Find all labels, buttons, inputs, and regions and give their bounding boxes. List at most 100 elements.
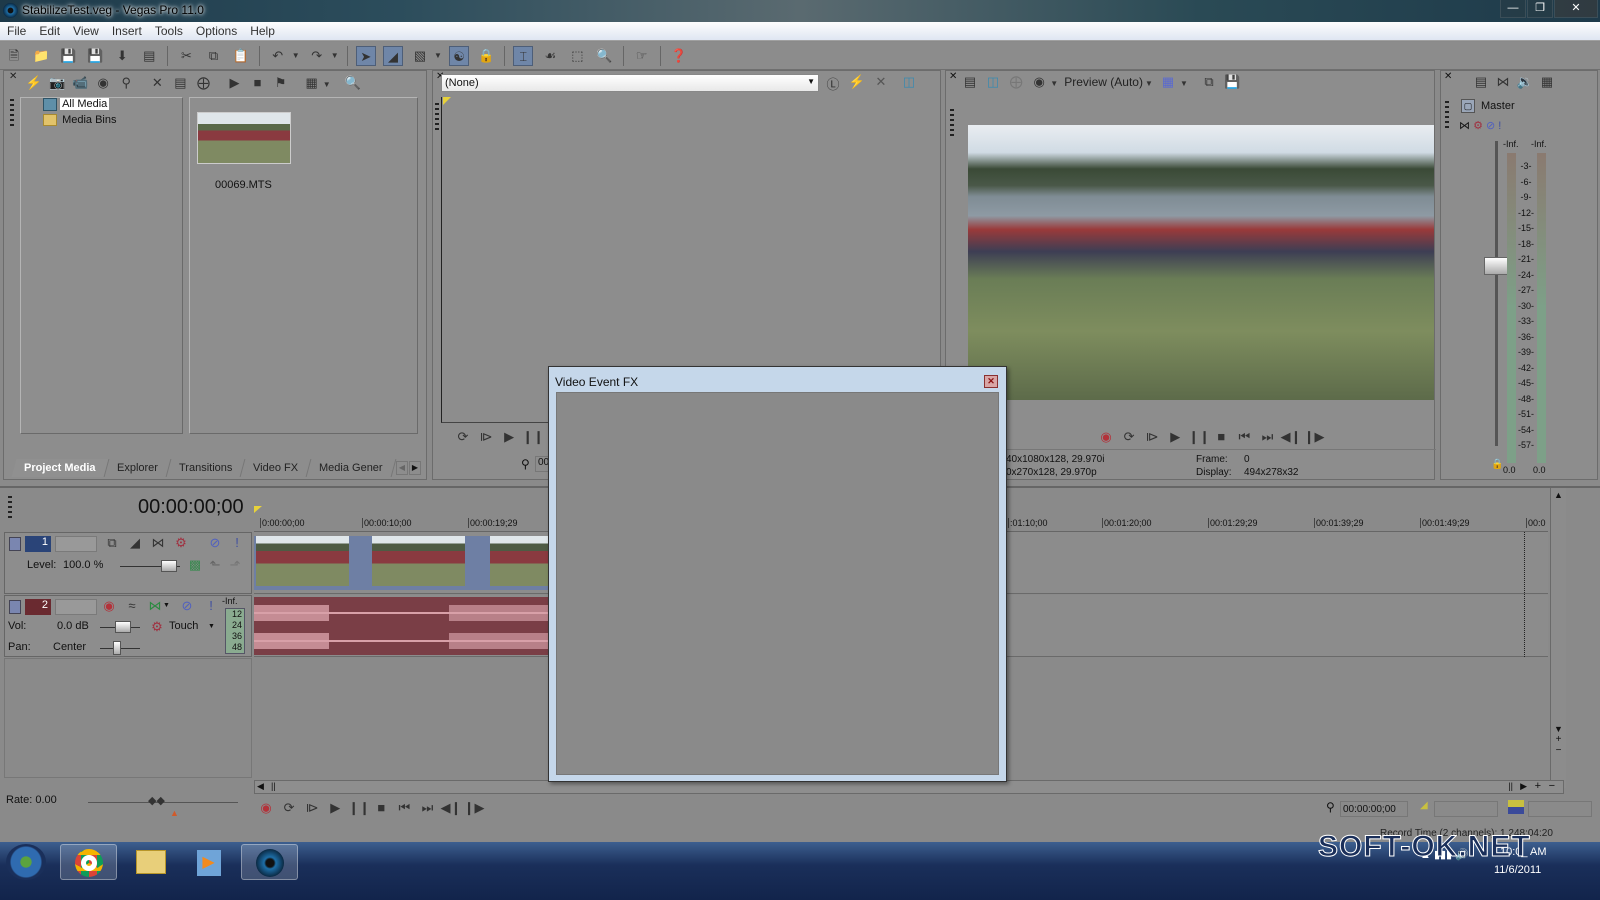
go-to-end-icon[interactable]: ⏭ — [1257, 429, 1277, 445]
help-icon[interactable]: ❓ — [669, 46, 689, 66]
move-up-icon[interactable]: ⬑ — [205, 557, 225, 573]
pan-slider-handle[interactable] — [113, 641, 121, 655]
trimmer-timecode[interactable]: 00 — [535, 456, 549, 472]
views-icon[interactable]: ▦ — [302, 75, 322, 91]
menu-options[interactable]: Options — [189, 22, 243, 38]
remove-media-icon[interactable]: ✕ — [147, 75, 167, 91]
zoom-in-icon[interactable]: + — [1551, 734, 1566, 745]
media-search-icon[interactable]: ⚲ — [116, 75, 136, 91]
fader-lock-icon[interactable]: 🔒 — [1491, 459, 1503, 470]
clock-date[interactable]: 11/6/2011 — [1494, 864, 1541, 876]
copy-icon[interactable]: ⧉ — [204, 46, 224, 66]
taskbar-explorer[interactable] — [122, 844, 179, 880]
master-mute-icon[interactable]: ⊘ — [1486, 120, 1495, 132]
scroll-right-icon[interactable]: ▶ — [1520, 781, 1527, 792]
timeline-grip[interactable] — [8, 496, 12, 520]
horizontal-scrollbar[interactable]: ◀ || || ▶ + − — [254, 780, 1564, 794]
next-frame-icon[interactable]: ❙▶ — [464, 800, 485, 816]
overlays-icon[interactable]: ▦ — [1158, 74, 1178, 90]
play-icon[interactable]: ▶ — [1165, 429, 1185, 445]
trimmer-monitor-icon[interactable]: ◫ — [899, 74, 919, 90]
tree-item-all-media[interactable]: All Media — [43, 98, 110, 113]
preview-close-icon[interactable]: ✕ — [949, 71, 957, 82]
cursor-timecode[interactable]: 00:00:00;00 — [138, 496, 244, 519]
taskbar-chrome[interactable] — [60, 844, 117, 880]
new-project-icon[interactable]: 🗎 — [4, 46, 24, 66]
snapping-icon[interactable]: ☯ — [449, 46, 470, 66]
tab-project-media[interactable]: Project Media — [11, 459, 109, 477]
master-fx-settings-icon[interactable]: ⚙ — [1473, 120, 1483, 132]
tab-video-fx[interactable]: Video FX — [240, 459, 312, 477]
envelope-edit-icon[interactable]: ☙ — [540, 46, 560, 66]
scroll-left-icon[interactable]: ◀ — [257, 781, 264, 792]
automation-mode[interactable]: Touch — [169, 620, 198, 632]
menu-help[interactable]: Help — [243, 22, 281, 38]
loop-icon[interactable]: ⟳ — [453, 429, 473, 445]
zoom-tool-icon[interactable]: 🔍 — [594, 46, 614, 66]
trimmer-clear-icon[interactable]: ✕ — [871, 74, 891, 90]
save-icon[interactable]: 💾 — [58, 46, 78, 66]
stop-media-icon[interactable]: ■ — [248, 75, 268, 90]
burn-disc-icon[interactable]: ◉ — [93, 75, 113, 91]
tabs-scroll-right-icon[interactable]: ▶ — [409, 461, 421, 475]
master-fader-handle[interactable] — [1484, 257, 1508, 275]
master-close-icon[interactable]: ✕ — [1444, 71, 1452, 82]
go-to-start-icon[interactable]: ⏮ — [1234, 429, 1254, 445]
bus-fx-icon[interactable]: ⋈ — [1459, 120, 1470, 132]
audio-track-header[interactable]: 2 ◉ ≈ ⋈ ▼ ⊘ ! -Inf. 12 24 36 48 Vol: 0.0 dB … — [4, 595, 252, 657]
track-minimize-icon[interactable] — [9, 537, 21, 551]
fx-dropdown-icon[interactable]: ▼ — [163, 602, 170, 609]
level-slider-handle[interactable] — [161, 560, 177, 572]
h-zoom-in-icon[interactable]: + — [1535, 780, 1541, 792]
solo-icon[interactable]: ! — [201, 598, 221, 613]
loop-icon[interactable]: ⟳ — [1119, 429, 1139, 445]
automation-dropdown-icon[interactable]: ▼ — [208, 623, 215, 630]
save-snapshot-icon[interactable]: 💾 — [1222, 74, 1242, 90]
media-fx-icon[interactable]: ⨁ — [193, 75, 213, 91]
views-dropdown-icon[interactable]: ▼ — [322, 80, 332, 89]
rate-slider-handle[interactable]: ◆◆ — [148, 794, 165, 807]
media-filename[interactable]: 00069.MTS — [215, 179, 272, 191]
menu-insert[interactable]: Insert — [105, 22, 148, 38]
capture-icon[interactable]: 📷 — [47, 75, 67, 91]
search-icon[interactable]: 🔍 — [343, 75, 363, 91]
dim-output-icon[interactable]: 🔉 — [1515, 74, 1535, 90]
selection-tool-icon[interactable]: ⌶ — [513, 46, 534, 66]
restore-button[interactable]: ❐ — [1527, 0, 1553, 18]
scroll-thumb[interactable]: || — [271, 781, 276, 791]
menu-view[interactable]: View — [66, 22, 105, 38]
mixer-layout-icon[interactable]: ▦ — [1537, 74, 1557, 90]
play-from-start-icon[interactable]: ⧐ — [1142, 429, 1162, 445]
h-zoom-out-icon[interactable]: − — [1549, 780, 1555, 792]
tab-explorer[interactable]: Explorer — [104, 459, 171, 477]
media-properties-icon[interactable]: ▤ — [170, 75, 190, 91]
next-frame-icon[interactable]: ❙▶ — [1304, 429, 1325, 445]
tab-media-generators[interactable]: Media Gener — [306, 459, 396, 477]
play-from-start-icon[interactable]: ⧐ — [302, 800, 322, 816]
play-icon[interactable]: ▶ — [499, 429, 519, 445]
undo-dropdown-icon[interactable]: ▼ — [292, 46, 300, 66]
video-track-header[interactable]: 1 ⧉ ◢ ⋈ ⚙ ⊘ ! Level: 100.0 % ▩ ⬑ ⬏ — [4, 532, 252, 594]
undo-icon[interactable]: ↶ — [268, 46, 288, 66]
master-grip[interactable] — [1445, 101, 1449, 129]
mute-icon[interactable]: ⊘ — [177, 598, 197, 614]
record-icon[interactable]: ◉ — [1096, 429, 1116, 445]
video-track-name[interactable] — [55, 536, 97, 552]
split-dropdown-icon[interactable]: ▼ — [1049, 79, 1059, 88]
auto-ripple-icon[interactable]: ▧ — [410, 46, 430, 66]
vol-slider-handle[interactable] — [115, 621, 131, 633]
selection-length-field[interactable] — [1434, 801, 1498, 817]
scroll-down-icon[interactable]: ▼ — [1551, 724, 1566, 734]
panel-grip[interactable] — [10, 99, 14, 129]
audio-event[interactable] — [254, 597, 554, 655]
mixer-properties-icon[interactable]: ▤ — [1471, 74, 1491, 90]
arm-record-icon[interactable]: ◉ — [99, 598, 119, 614]
parent-gradient-icon[interactable]: ▩ — [185, 557, 205, 573]
edit-hand-icon[interactable]: ☞ — [632, 46, 652, 66]
lock-envelopes-icon[interactable]: 🔒 — [476, 46, 496, 66]
close-button[interactable]: ✕ — [1554, 0, 1598, 18]
previous-frame-icon[interactable]: ◀❙ — [441, 800, 462, 816]
open-icon[interactable]: 📁 — [31, 46, 51, 66]
preview-grip[interactable] — [950, 109, 954, 137]
clock-time[interactable]: 10:0_ AM — [1500, 846, 1546, 858]
